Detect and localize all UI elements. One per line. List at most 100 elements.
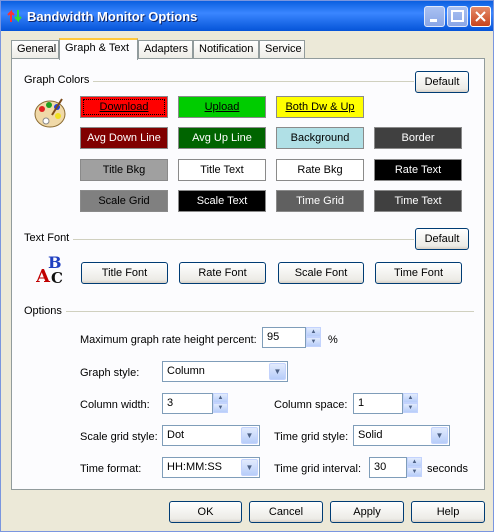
tab-service[interactable]: Service (259, 40, 305, 59)
background-color-label: Background (290, 132, 350, 144)
time-format-select[interactable]: HH:MM:SS ▼ (162, 457, 260, 478)
scale-font-label: Scale Font (294, 267, 348, 279)
time-grid-interval-input[interactable]: 30 (369, 457, 407, 478)
scale-text-color-button[interactable]: Scale Text (178, 190, 266, 212)
spin-up-icon[interactable]: ▲ (407, 457, 422, 467)
border-color-button[interactable]: Border (374, 127, 462, 149)
time-grid-style-select[interactable]: Solid ▼ (353, 425, 450, 446)
maximize-button[interactable] (447, 6, 468, 27)
graph-style-value: Column (167, 365, 205, 377)
spin-up-icon[interactable]: ▲ (403, 393, 418, 403)
tab-general[interactable]: General (11, 40, 59, 59)
chevron-down-icon[interactable]: ▼ (431, 427, 448, 444)
scale-font-button[interactable]: Scale Font (278, 262, 364, 284)
border-color-label: Border (401, 132, 435, 144)
chevron-down-icon[interactable]: ▼ (241, 459, 258, 476)
both-color-button[interactable]: Both Dw & Up (276, 96, 364, 118)
graph-colors-default-button[interactable]: Default (415, 71, 469, 93)
scale-grid-style-value: Dot (167, 429, 185, 441)
time-format-label: Time format: (80, 463, 142, 475)
time-grid-style-value: Solid (358, 429, 383, 441)
time-text-label: Time Text (394, 195, 442, 207)
column-space-input[interactable]: 1 (353, 393, 403, 414)
time-text-color-button[interactable]: Time Text (374, 190, 462, 212)
title-bkg-color-button[interactable]: Title Bkg (80, 159, 168, 181)
chevron-down-icon[interactable]: ▼ (241, 427, 258, 444)
column-width-input[interactable]: 3 (162, 393, 213, 414)
tab-adapters[interactable]: Adapters (138, 40, 193, 59)
time-grid-style-label: Time grid style: (274, 431, 349, 443)
spin-down-icon[interactable]: ▼ (306, 337, 321, 347)
maximize-icon (451, 10, 464, 22)
scale-grid-style-select[interactable]: Dot ▼ (162, 425, 260, 446)
rate-font-button[interactable]: Rate Font (179, 262, 266, 284)
spin-up-icon[interactable]: ▲ (213, 393, 228, 403)
background-color-button[interactable]: Background (276, 127, 364, 149)
avg-up-line-color-button[interactable]: Avg Up Line (178, 127, 266, 149)
time-grid-color-button[interactable]: Time Grid (276, 190, 364, 212)
scale-grid-style-label: Scale grid style: (80, 431, 158, 443)
time-font-button[interactable]: Time Font (375, 262, 462, 284)
download-color-label: Download (99, 101, 149, 113)
scale-text-label: Scale Text (196, 195, 248, 207)
title-bar[interactable]: Bandwidth Monitor Options (1, 1, 493, 31)
text-font-divider (24, 239, 414, 240)
max-rate-spinner[interactable]: ▲ ▼ (306, 327, 321, 348)
time-format-value: HH:MM:SS (167, 461, 222, 473)
download-color-button[interactable]: Download (80, 96, 168, 118)
rate-bkg-color-button[interactable]: Rate Bkg (276, 159, 364, 181)
title-font-button[interactable]: Title Font (81, 262, 168, 284)
minimize-icon (430, 19, 437, 22)
help-button[interactable]: Help (411, 501, 485, 523)
cancel-button[interactable]: Cancel (249, 501, 323, 523)
spin-down-icon[interactable]: ▼ (403, 403, 418, 413)
column-width-spinner[interactable]: ▲ ▼ (213, 393, 228, 414)
title-font-label: Title Font (101, 267, 148, 279)
spin-up-icon[interactable]: ▲ (306, 327, 321, 337)
avg-down-line-label: Avg Down Line (87, 132, 161, 144)
rate-bkg-label: Rate Bkg (297, 164, 343, 176)
scale-grid-color-button[interactable]: Scale Grid (80, 190, 168, 212)
title-text-label: Title Text (200, 164, 244, 176)
close-button[interactable] (470, 6, 491, 27)
time-grid-interval-spinner[interactable]: ▲ ▼ (407, 457, 422, 478)
column-width-label: Column width: (80, 399, 150, 411)
minimize-button[interactable] (424, 6, 445, 27)
avg-up-line-label: Avg Up Line (192, 132, 252, 144)
svg-text:C: C (51, 269, 63, 286)
column-space-label: Column space: (274, 399, 348, 411)
graph-colors-label: Graph Colors (24, 74, 94, 86)
title-text-color-button[interactable]: Title Text (178, 159, 266, 181)
upload-color-label: Upload (204, 101, 240, 113)
spin-down-icon[interactable]: ▼ (407, 467, 422, 477)
time-grid-interval-unit: seconds (427, 463, 468, 475)
tab-graph-text[interactable]: Graph & Text (59, 38, 138, 60)
rate-font-label: Rate Font (198, 267, 247, 279)
window-title: Bandwidth Monitor Options (27, 9, 198, 24)
tab-notification[interactable]: Notification (193, 40, 259, 59)
max-rate-input[interactable]: 95 (262, 327, 306, 348)
time-font-label: Time Font (393, 267, 444, 279)
column-space-spinner[interactable]: ▲ ▼ (403, 393, 418, 414)
graph-style-select[interactable]: Column ▼ (162, 361, 288, 382)
options-divider (24, 311, 474, 312)
time-grid-label: Time Grid (296, 195, 344, 207)
bandwidth-arrows-icon (7, 9, 22, 23)
ok-button[interactable]: OK (169, 501, 242, 523)
scale-grid-label: Scale Grid (98, 195, 150, 207)
upload-color-button[interactable]: Upload (178, 96, 266, 118)
rate-text-label: Rate Text (394, 164, 442, 176)
time-grid-interval-label: Time grid interval: (274, 463, 362, 475)
text-font-default-button[interactable]: Default (415, 228, 469, 250)
graph-style-label: Graph style: (80, 367, 140, 379)
spin-down-icon[interactable]: ▼ (213, 403, 228, 413)
rate-text-color-button[interactable]: Rate Text (374, 159, 462, 181)
chevron-down-icon[interactable]: ▼ (269, 363, 286, 380)
apply-button[interactable]: Apply (330, 501, 404, 523)
options-label: Options (24, 305, 66, 317)
graph-text-panel: Graph Colors Default Download Upload Bot… (11, 58, 485, 490)
font-abc-icon: A B C (36, 253, 63, 286)
both-color-label: Both Dw & Up (285, 101, 355, 113)
max-rate-unit: % (328, 334, 338, 346)
avg-down-line-color-button[interactable]: Avg Down Line (80, 127, 168, 149)
